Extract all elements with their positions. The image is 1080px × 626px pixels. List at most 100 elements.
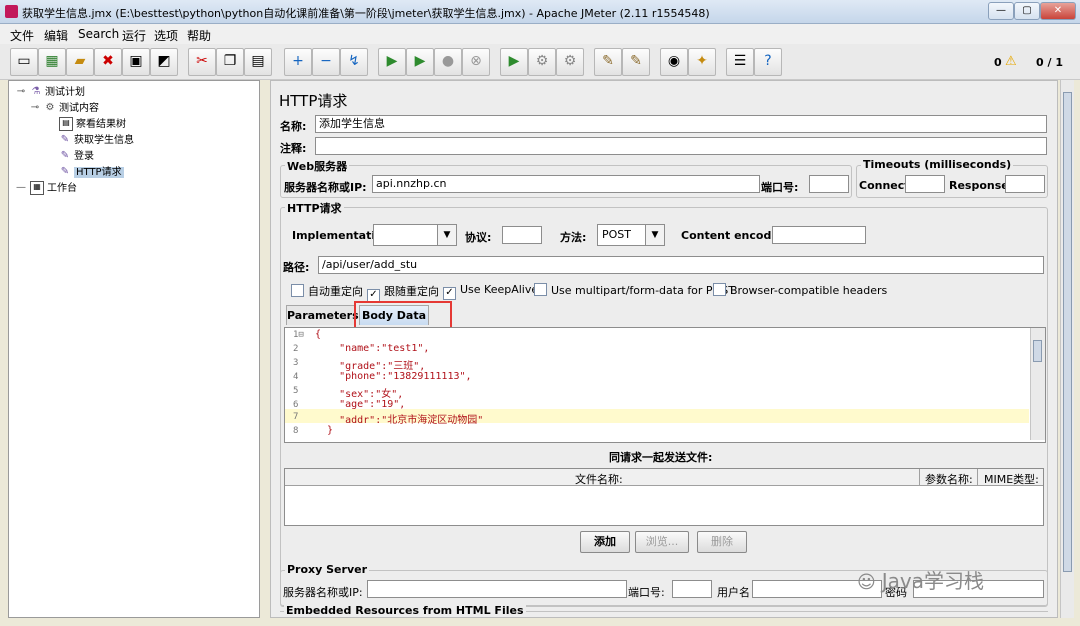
code-line: "sex":"女", [315,389,404,400]
start-icon[interactable]: ▶ [378,48,406,76]
remote-start-icon[interactable]: ▶ [500,48,528,76]
checkbox-unchecked [713,283,726,296]
test-plan-icon: ⚗ [31,86,41,97]
add-button[interactable]: 添加 [580,531,630,553]
tree-node-thread-group[interactable]: ⊸ ⚙ 测试内容 [29,99,99,114]
protocol-label: 协议: [465,231,492,244]
tree-node-login[interactable]: ✎ 登录 [59,147,94,162]
close-file-icon[interactable]: ✖ [94,48,122,76]
thread-count: 0 / 1 [1036,56,1063,69]
templates-icon[interactable]: ▦ [38,48,66,76]
menu-file[interactable]: 文件 [10,27,34,44]
menu-help[interactable]: 帮助 [187,27,211,44]
http-request-title: HTTP请求 [285,200,344,216]
body-data-editor[interactable]: 1⊟ 2 3 4 5 6 7 8 { "name":"test1", "grad… [284,327,1046,443]
expand-icon[interactable]: + [284,48,312,76]
response-field[interactable] [1005,175,1045,193]
remote-stop-icon[interactable]: ⚙ [528,48,556,76]
proxy-port-field[interactable] [672,580,712,598]
highlight-annotation [354,301,452,329]
start-no-pauses-icon[interactable]: ▶ [406,48,434,76]
browser-headers-checkbox[interactable]: Browser-compatible headers [713,283,887,297]
function-helper-icon[interactable]: ☰ [726,48,754,76]
stop-icon[interactable]: ● [434,48,462,76]
copy-icon[interactable]: ❐ [216,48,244,76]
path-field[interactable]: /api/user/add_stu [318,256,1044,274]
save-as-icon[interactable]: ◩ [150,48,178,76]
save-icon[interactable]: ▣ [122,48,150,76]
collapse-icon[interactable]: − [312,48,340,76]
files-table: 文件名称: 参数名称: MIME类型: [284,468,1044,526]
code-line: "addr":"北京市海淀区动物园" [315,415,484,426]
code-line: "age":"19", [315,399,406,410]
port-field[interactable] [809,175,849,193]
port-label: 端口号: [761,181,799,194]
checkbox-unchecked [534,283,547,296]
watermark: ☺ Java学习栈 [857,569,985,593]
proxy-server-label: 服务器名称或IP: [283,586,363,599]
maximize-button[interactable]: ▢ [1014,2,1040,20]
clear-all-icon[interactable]: ✎ [622,48,650,76]
menu-edit[interactable]: 编辑 [44,27,68,44]
tab-parameters[interactable]: Parameters [286,305,359,325]
paste-icon[interactable]: ▤ [244,48,272,76]
scroll-thumb[interactable] [1033,340,1042,362]
menu-run[interactable]: 运行 [122,27,146,44]
keepalive-checkbox[interactable]: ✓ Use KeepAlive [443,283,538,300]
protocol-field[interactable] [502,226,542,244]
tree-node-get-student[interactable]: ✎ 获取学生信息 [59,131,134,146]
tree-node-workbench[interactable]: — ▦ 工作台 [15,179,77,195]
help-icon[interactable]: ? [754,48,782,76]
open-icon[interactable]: ▰ [66,48,94,76]
menu-search[interactable]: Search [78,27,119,41]
scroll-thumb[interactable] [1063,92,1072,572]
shutdown-icon[interactable]: ⊗ [462,48,490,76]
browse-button[interactable]: 浏览... [635,531,689,553]
method-select[interactable]: POST ▼ [597,224,665,246]
name-field[interactable]: 添加学生信息 [315,115,1047,133]
tree-node-test-plan[interactable]: ⊸ ⚗ 测试计划 [15,83,85,98]
proxy-user-label: 用户名 [717,586,750,599]
follow-redirects-checkbox[interactable]: ✓ 跟随重定向 [367,283,439,302]
selected-tree-label: HTTP请求 [74,167,124,178]
reset-search-icon[interactable]: ✦ [688,48,716,76]
toggle-icon[interactable]: ↯ [340,48,368,76]
minimize-button[interactable]: — [988,2,1014,20]
auto-redirect-checkbox[interactable]: 自动重定向 [291,283,363,299]
proxy-port-label: 端口号: [628,586,665,599]
code-line: "phone":"13829111113", [315,371,472,382]
window-title: 获取学生信息.jmx (E:\besttest\python\python自动化… [22,7,710,20]
server-label: 服务器名称或IP: [284,181,367,194]
wechat-icon: ☺ [857,572,876,593]
editor-scrollbar[interactable] [1030,328,1045,440]
multipart-checkbox[interactable]: Use multipart/form-data for POST [534,283,735,297]
remote-exit-icon[interactable]: ⚙ [556,48,584,76]
content-encoding-field[interactable] [772,226,866,244]
code-line: "name":"test1", [315,343,430,354]
main-scrollbar[interactable] [1060,80,1074,618]
menu-options[interactable]: 选项 [154,27,178,44]
connect-field[interactable] [905,175,945,193]
cut-icon[interactable]: ✂ [188,48,216,76]
sampler-icon: ✎ [60,134,70,145]
tree-node-result-tree[interactable]: ▤ 察看结果树 [59,115,126,131]
comment-field[interactable] [315,137,1047,155]
new-icon[interactable]: ▭ [10,48,38,76]
clear-icon[interactable]: ✎ [594,48,622,76]
jmeter-logo-icon [5,5,18,18]
menu-bar: 文件 编辑 Search 运行 选项 帮助 [0,24,1080,44]
warning-icon[interactable]: ⚠ [1005,54,1017,69]
page-title: HTTP请求 [279,92,348,110]
embedded-resources-title: Embedded Resources from HTML Files [284,604,526,617]
implementation-select[interactable]: ▼ [373,224,457,246]
checkbox-unchecked [291,284,304,297]
close-button[interactable]: ✕ [1040,2,1076,20]
search-icon[interactable]: ◉ [660,48,688,76]
result-tree-icon: ▤ [59,117,73,131]
proxy-server-field[interactable] [367,580,627,598]
thread-group-icon: ⚙ [45,102,55,113]
tree-node-http-request[interactable]: ✎ HTTP请求 [59,163,124,178]
server-field[interactable]: api.nnzhp.cn [372,175,760,193]
checkbox-checked: ✓ [443,287,456,300]
delete-button[interactable]: 删除 [697,531,747,553]
